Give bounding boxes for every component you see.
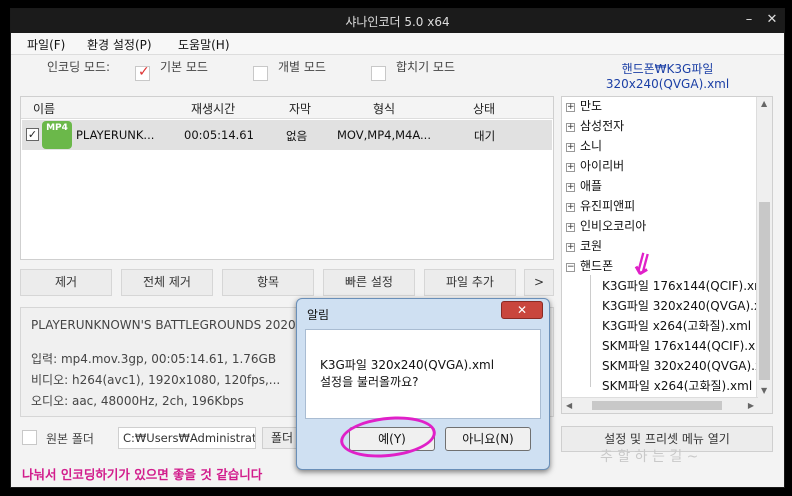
tree-node-label: 소니 (580, 139, 603, 153)
remove-all-button[interactable]: 전체 제거 (121, 269, 213, 296)
expand-icon[interactable]: + (566, 243, 575, 252)
menu-bar: 파일(F) 환경 설정(P) 도움말(H) (11, 33, 784, 55)
header-subtitle[interactable]: 자막 (289, 100, 311, 117)
tree-horizontal-scroll-thumb[interactable] (592, 401, 722, 410)
expand-icon[interactable]: + (566, 183, 575, 192)
footer-note: 나눠서 인코딩하기가 있으면 좋을 것 같습니다 (22, 467, 263, 482)
header-format[interactable]: 형식 (373, 100, 395, 117)
source-folder-label: 원본 폴더 (46, 432, 94, 446)
menu-help[interactable]: 도움말(H) (178, 36, 230, 53)
row-duration: 00:05:14.61 (184, 128, 254, 142)
basic-mode-checkbox[interactable]: ✓ (135, 64, 150, 81)
dialog-close-button[interactable]: ✕ (501, 301, 543, 319)
merge-mode-label[interactable]: 합치기 모드 (396, 58, 455, 75)
tree-node-label: 애플 (580, 179, 603, 193)
tree-node-label: 핸드폰 (580, 259, 614, 273)
info-input: 입력: mp4.mov.3gp, 00:05:14.61, 1.76GB (31, 352, 277, 366)
tree-node-sony[interactable]: + 소니 (566, 137, 602, 157)
tree-node-mando[interactable]: + 만도 (566, 97, 602, 117)
scroll-left-icon[interactable]: ◀ (566, 401, 572, 410)
tree-node-apple[interactable]: + 애플 (566, 177, 602, 197)
watermark: 추 할 하 는 길 ~ (600, 449, 699, 465)
info-audio: 오디오: aac, 48000Hz, 2ch, 196Kbps (31, 394, 244, 408)
scroll-up-icon[interactable]: ▲ (761, 99, 767, 108)
preset-path-line2: 320x240(QVGA).xml (605, 77, 730, 91)
remove-button[interactable]: 제거 (20, 269, 112, 296)
header-duration[interactable]: 재생시간 (191, 100, 235, 117)
close-button[interactable]: ✕ (761, 11, 783, 29)
individual-mode-label[interactable]: 개별 모드 (278, 58, 326, 75)
row-format: MOV,MP4,M4A... (337, 128, 431, 142)
tree-node-iriver[interactable]: + 아이리버 (566, 157, 624, 177)
dialog-title: 알림 (307, 308, 330, 322)
header-name[interactable]: 이름 (33, 100, 55, 117)
preset-tree[interactable]: + 만도 + 삼성전자 + 소니 + 아이리버 + 애플 + 유진피앤피 + 인비오코리아 +… (561, 96, 773, 414)
source-folder-checkbox[interactable] (22, 430, 37, 445)
row-checkbox[interactable]: ✓ (26, 128, 39, 141)
tree-node-label: 만도 (580, 99, 603, 113)
menu-settings[interactable]: 환경 설정(P) (87, 36, 152, 53)
expand-icon[interactable]: + (566, 143, 575, 152)
mp4-badge: MP4 (46, 123, 68, 133)
tree-node-samsung[interactable]: + 삼성전자 (566, 117, 624, 137)
tree-line (590, 275, 591, 387)
tree-item-k3g-qvga[interactable]: K3G파일 320x240(QVGA).xml (602, 297, 772, 317)
more-button[interactable]: > (524, 269, 554, 296)
quick-settings-button[interactable]: 빠른 설정 (323, 269, 415, 296)
individual-mode-checkbox[interactable] (253, 66, 268, 81)
tree-node-cowon[interactable]: + 코원 (566, 237, 602, 257)
tree-item-k3g-qcif[interactable]: K3G파일 176x144(QCIF).xml (602, 277, 769, 297)
info-video: 비디오: h264(avc1), 1920x1080, 120fps,... (31, 373, 281, 387)
info-title: PLAYERUNKNOWN'S BATTLEGROUNDS 2020 (31, 318, 296, 332)
dialog-message-line1: K3G파일 320x240(QVGA).xml (320, 358, 495, 372)
tree-node-label: 아이리버 (580, 159, 625, 173)
check-icon: ✓ (138, 64, 150, 80)
tree-node-eugenepnp[interactable]: + 유진피앤피 (566, 197, 635, 217)
row-status: 대기 (474, 129, 496, 143)
scroll-down-icon[interactable]: ▼ (761, 386, 767, 395)
output-path-field[interactable]: C:₩Users₩Administrator (118, 427, 256, 449)
window-title: 샤나인코더 5.0 x64 (345, 15, 450, 29)
items-button[interactable]: 항목 (222, 269, 314, 296)
encoding-mode-label: 인코딩 모드: (47, 60, 111, 74)
add-file-button[interactable]: 파일 추가 (424, 269, 516, 296)
expand-icon[interactable]: + (566, 203, 575, 212)
row-subtitle: 없음 (286, 129, 308, 143)
tree-node-phone[interactable]: − 핸드폰 (566, 257, 613, 277)
tree-item-skm-qcif[interactable]: SKM파일 176x144(QCIF).xml (602, 337, 770, 357)
tree-horizontal-scrollbar[interactable]: ◀ ▶ (562, 397, 758, 413)
row-name: PLAYERUNK... (76, 128, 155, 142)
no-button[interactable]: 아니요(N) (445, 427, 531, 451)
dialog-body: K3G파일 320x240(QVGA).xml 설정을 불러올까요? (305, 329, 541, 419)
basic-mode-label[interactable]: 기본 모드 (160, 58, 208, 75)
tree-node-label: 유진피앤피 (580, 199, 636, 213)
expand-icon[interactable]: + (566, 123, 575, 132)
tree-item-k3g-x264[interactable]: K3G파일 x264(고화질).xml (602, 317, 751, 337)
tree-item-skm-x264[interactable]: SKM파일 x264(고화질).xml (602, 377, 752, 397)
preset-path-line1: 핸드폰₩K3G파일 (621, 62, 714, 76)
tree-node-label: 인비오코리아 (580, 219, 647, 233)
tree-node-label: 코원 (580, 239, 603, 253)
header-status[interactable]: 상태 (473, 100, 495, 117)
tree-node-label: 삼성전자 (580, 119, 625, 133)
list-header: 이름 재생시간 자막 형식 상태 (21, 97, 553, 119)
expand-icon[interactable]: + (566, 163, 575, 172)
menu-file[interactable]: 파일(F) (27, 36, 65, 53)
minimize-button[interactable]: – (738, 11, 760, 29)
scroll-right-icon[interactable]: ▶ (748, 401, 754, 410)
tree-node-invio-korea[interactable]: + 인비오코리아 (566, 217, 646, 237)
tree-item-skm-qvga[interactable]: SKM파일 320x240(QVGA).xml (602, 357, 772, 377)
tree-vertical-scroll-thumb[interactable] (759, 202, 770, 380)
collapse-icon[interactable]: − (566, 263, 575, 272)
tree-vertical-scrollbar[interactable]: ▲ ▼ (756, 97, 772, 413)
table-row[interactable]: ✓ MP4 PLAYERUNK... 00:05:14.61 없음 MOV,MP… (22, 120, 552, 150)
expand-icon[interactable]: + (566, 223, 575, 232)
merge-mode-checkbox[interactable] (371, 66, 386, 81)
file-list[interactable]: 이름 재생시간 자막 형식 상태 ✓ MP4 PLAYERUNK... 00:0… (20, 96, 554, 260)
title-bar: 샤나인코더 5.0 x64 – ✕ (11, 9, 784, 33)
expand-icon[interactable]: + (566, 103, 575, 112)
dialog-message-line2: 설정을 불러올까요? (320, 375, 419, 389)
mp4-file-icon: MP4 (42, 121, 72, 149)
